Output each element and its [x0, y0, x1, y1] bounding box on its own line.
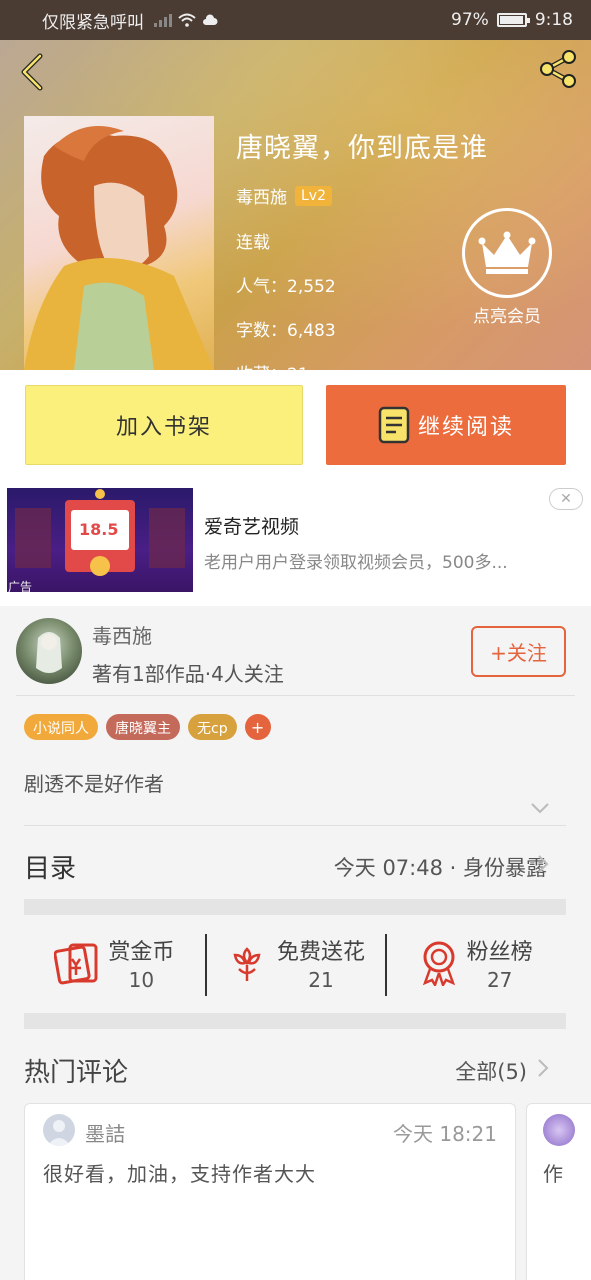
cover-illustration — [24, 126, 214, 370]
book-popularity: 人气：2,552 — [236, 277, 336, 297]
wifi-icon — [178, 13, 196, 27]
vip-label: 点亮会员 — [473, 307, 541, 327]
ad-promo-graphic — [15, 489, 185, 576]
comment-text: 很好看，加油，支持作者大大 — [43, 1162, 316, 1186]
send-flower-button[interactable]: 免费送花 21 — [204, 928, 386, 998]
follow-button[interactable]: +关注 — [471, 626, 566, 677]
chevron-right-icon[interactable] — [537, 1058, 549, 1078]
carrier-text: 仅限紧急呼叫 — [42, 12, 144, 33]
book-status: 连载 — [236, 233, 270, 253]
ad-close-button[interactable]: ✕ — [549, 488, 583, 510]
red-envelope-icon — [54, 943, 98, 985]
book-author[interactable]: 毒西施 — [236, 183, 287, 208]
book-description: 剧透不是好作者 — [24, 772, 164, 796]
author-stats: 著有1部作品·4人关注 — [92, 662, 284, 686]
battery-percent: 97% — [451, 10, 489, 30]
reward-coins-button[interactable]: 赏金币 10 — [24, 928, 205, 998]
ad-banner[interactable]: 18.5 广告 爱奇艺视频 老用户用户登录领取视频会员，500多... ✕ — [0, 482, 591, 606]
tag-chip[interactable]: 小说同人 — [24, 714, 98, 740]
toc-latest-chapter[interactable]: 今天 07:48 · 身份暴露 — [334, 852, 547, 882]
stat-value: 21 — [308, 968, 334, 992]
share-icon[interactable] — [535, 46, 581, 92]
fan-ranking-button[interactable]: 粉丝榜 27 — [385, 928, 566, 998]
commenter-avatar[interactable] — [543, 1114, 575, 1146]
continue-reading-label: 继续阅读 — [417, 415, 514, 440]
ad-title[interactable]: 爱奇艺视频 — [204, 512, 299, 539]
toc-title[interactable]: 目录 — [24, 848, 76, 885]
divider — [16, 695, 575, 696]
stat-label: 粉丝榜 — [466, 940, 533, 965]
add-tag-button[interactable]: + — [244, 714, 271, 740]
commenter-avatar[interactable] — [43, 1114, 75, 1146]
ad-promo-amount: 18.5 — [79, 520, 119, 539]
vip-button[interactable]: 点亮会员 — [462, 208, 552, 327]
comment-card[interactable]: 作 — [526, 1103, 591, 1280]
comment-text: 作 — [543, 1162, 563, 1186]
ad-image[interactable]: 18.5 — [7, 488, 193, 592]
comment-time: 今天 18:21 — [393, 1122, 497, 1146]
status-bar: 仅限紧急呼叫 97% 9:18 — [0, 0, 591, 40]
book-favorites: 收藏：21 — [236, 365, 309, 385]
chevron-right-icon[interactable] — [537, 854, 549, 874]
default-avatar-icon — [47, 1120, 71, 1146]
flower-icon — [233, 947, 261, 981]
divider — [24, 825, 566, 826]
book-cover[interactable] — [24, 116, 214, 370]
stat-label: 赏金币 — [108, 940, 175, 965]
all-comments-link[interactable]: 全部(5) — [455, 1056, 527, 1086]
book-title: 唐晓翼，你到底是谁 — [236, 133, 488, 164]
author-section: 毒西施 著有1部作品·4人关注 +关注 小说同人 唐晓翼主 无cp + 剧透不是… — [0, 606, 591, 1280]
section-separator — [24, 899, 566, 915]
stats-row: 赏金币 10 免费送花 21 粉丝榜 27 — [24, 928, 566, 998]
stat-value: 27 — [486, 968, 513, 992]
book-icon — [378, 406, 410, 444]
battery-icon — [496, 13, 530, 27]
tag-list: 小说同人 唐晓翼主 无cp + — [24, 714, 271, 740]
book-word-count: 字数：6,483 — [236, 321, 336, 341]
author-name[interactable]: 毒西施 — [92, 620, 152, 649]
author-avatar[interactable] — [16, 618, 82, 684]
ad-description: 老用户用户登录领取视频会员，500多... — [204, 553, 508, 573]
author-level-badge: Lv2 — [295, 185, 332, 206]
tag-chip[interactable]: 唐晓翼主 — [106, 714, 180, 740]
chevron-down-icon[interactable] — [530, 802, 550, 814]
tag-chip[interactable]: 无cp — [188, 714, 237, 740]
avatar-image — [36, 632, 62, 673]
hot-comments-title: 热门评论 — [24, 1058, 129, 1088]
back-icon[interactable] — [14, 50, 50, 94]
cloud-icon — [203, 14, 218, 25]
stat-value: 10 — [128, 968, 155, 992]
medal-icon — [422, 941, 455, 986]
stat-label: 免费送花 — [277, 940, 366, 965]
crown-icon — [478, 231, 536, 274]
signal-icon — [154, 13, 172, 27]
commenter-name[interactable]: 墨詰 — [85, 1118, 125, 1147]
book-info: 唐晓翼，你到底是谁 毒西施 Lv2 连载 人气：2,552 字数：6,483 收… — [236, 126, 488, 404]
section-separator — [24, 1013, 566, 1029]
clock: 9:18 — [534, 10, 573, 30]
ad-tag: 广告 — [8, 580, 33, 594]
comment-card[interactable]: 墨詰 今天 18:21 很好看，加油，支持作者大大 — [24, 1103, 516, 1280]
